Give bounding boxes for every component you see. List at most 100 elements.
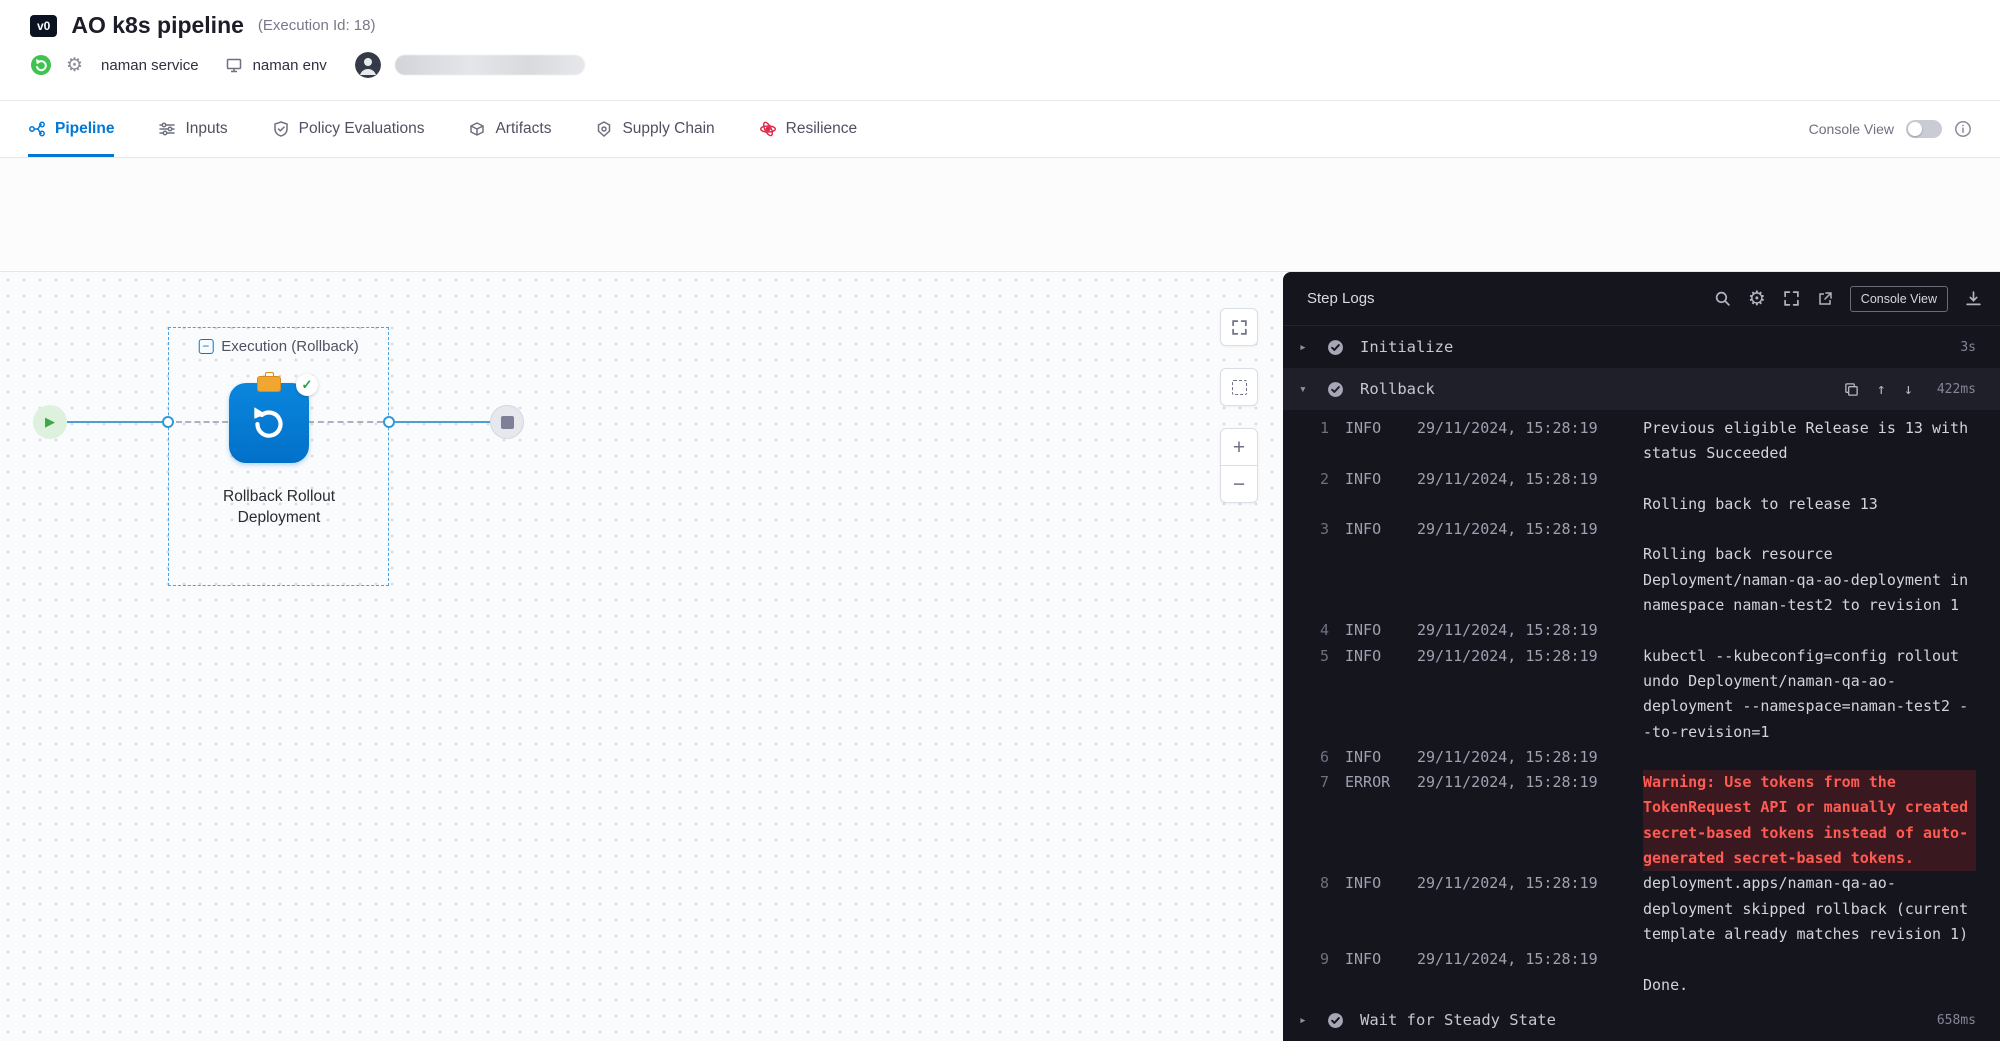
tab-label: Artifacts <box>495 120 551 138</box>
section-name: Initialize <box>1360 338 1453 356</box>
log-message: kubectl --kubeconfig=config rollout undo… <box>1643 644 1976 745</box>
tab-pipeline[interactable]: Pipeline <box>28 101 114 157</box>
log-settings-icon[interactable]: ⚙ <box>1748 286 1766 311</box>
log-level: INFO <box>1345 416 1417 441</box>
section-name: Wait for Steady State <box>1360 1011 1556 1029</box>
log-message: Rolling back to release 13 <box>1643 467 1976 518</box>
success-check-icon <box>1327 381 1344 398</box>
tab-label: Resilience <box>786 120 858 138</box>
cd-module-icon <box>30 54 52 76</box>
end-node <box>490 405 524 439</box>
log-line: 6 INFO 29/11/2024, 15:28:19 <box>1303 745 1976 770</box>
log-line-number: 1 <box>1303 416 1329 441</box>
log-timestamp: 29/11/2024, 15:28:19 <box>1417 467 1643 492</box>
tab-label: Policy Evaluations <box>299 120 425 138</box>
copy-logs-icon[interactable] <box>1844 382 1859 397</box>
log-message: Done. <box>1643 947 1976 998</box>
tab-resilience[interactable]: Resilience <box>759 101 858 157</box>
collapse-group-icon[interactable]: − <box>198 339 213 354</box>
log-timestamp: 29/11/2024, 15:28:19 <box>1417 644 1643 669</box>
log-line: 9 INFO 29/11/2024, 15:28:19 Done. <box>1303 947 1976 998</box>
log-search-icon[interactable] <box>1714 290 1731 307</box>
tab-bar: Pipeline Inputs Policy Evaluations Artif… <box>0 101 2000 158</box>
download-logs-icon[interactable] <box>1965 290 1982 307</box>
success-check-icon <box>1327 1012 1344 1029</box>
step-logs-panel: Step Logs ⚙ Console View ▸ Initialize 3s… <box>1283 272 2000 1041</box>
log-level: INFO <box>1345 467 1417 492</box>
scroll-down-icon[interactable]: ↓ <box>1904 380 1913 398</box>
cube-icon <box>468 120 486 138</box>
edge-start-to-group <box>67 421 163 423</box>
supply-chain-icon <box>595 120 613 138</box>
log-line: 5 INFO 29/11/2024, 15:28:19 kubectl --ku… <box>1303 644 1976 745</box>
log-line: 2 INFO 29/11/2024, 15:28:19 Rolling back… <box>1303 467 1976 518</box>
log-output[interactable]: 1 INFO 29/11/2024, 15:28:19 Previous eli… <box>1283 410 2000 999</box>
log-timestamp: 29/11/2024, 15:28:19 <box>1417 770 1643 795</box>
redacted-user-email <box>395 55 585 75</box>
log-timestamp: 29/11/2024, 15:28:19 <box>1417 416 1643 441</box>
scroll-up-icon[interactable]: ↑ <box>1877 380 1886 398</box>
log-line-error: 7 ERROR 29/11/2024, 15:28:19 Warning: Us… <box>1303 770 1976 871</box>
chevron-right-icon[interactable]: ▸ <box>1299 1013 1321 1028</box>
header-env-name: naman env <box>253 57 327 74</box>
log-level: ERROR <box>1345 770 1417 795</box>
log-fullscreen-icon[interactable] <box>1783 290 1800 307</box>
stage-summary-bar: s1 Started at: 29/11/2024, 15:27:56 Dura… <box>0 158 2000 272</box>
tab-supply-chain[interactable]: Supply Chain <box>595 101 714 157</box>
pipeline-canvas[interactable]: ▶ − Execution (Rollback) ✓ Rollback Roll… <box>0 272 1283 1041</box>
log-section-initialize[interactable]: ▸ Initialize 3s <box>1283 326 2000 368</box>
log-timestamp: 29/11/2024, 15:28:19 <box>1417 947 1643 972</box>
log-line: 1 INFO 29/11/2024, 15:28:19 Previous eli… <box>1303 416 1976 467</box>
console-view-label: Console View <box>1809 121 1894 137</box>
log-level: INFO <box>1345 745 1417 770</box>
log-line-number: 6 <box>1303 745 1329 770</box>
log-line-number: 3 <box>1303 517 1329 542</box>
canvas-fullscreen-button[interactable] <box>1220 308 1258 346</box>
tab-policy-evaluations[interactable]: Policy Evaluations <box>272 101 425 157</box>
log-line-number: 2 <box>1303 467 1329 492</box>
header-service-name: naman service <box>101 57 199 74</box>
log-timestamp: 29/11/2024, 15:28:19 <box>1417 871 1643 896</box>
info-icon[interactable] <box>1954 120 1972 138</box>
resilience-icon <box>759 120 777 138</box>
edge-group-to-end <box>395 421 490 423</box>
log-line-number: 9 <box>1303 947 1329 972</box>
start-node: ▶ <box>33 405 67 439</box>
log-level: INFO <box>1345 517 1417 542</box>
log-message: Rolling back resource Deployment/naman-q… <box>1643 517 1976 618</box>
group-label: Execution (Rollback) <box>221 338 359 355</box>
section-duration: 658ms <box>1937 1013 1976 1028</box>
success-check-icon <box>1327 339 1344 356</box>
log-line: 4 INFO 29/11/2024, 15:28:19 <box>1303 618 1976 643</box>
console-view-button[interactable]: Console View <box>1850 286 1948 312</box>
pipeline-icon <box>28 120 46 138</box>
log-level: INFO <box>1345 871 1417 896</box>
log-section-wait-steady-state[interactable]: ▸ Wait for Steady State 658ms <box>1283 999 2000 1041</box>
log-level: INFO <box>1345 644 1417 669</box>
log-level: INFO <box>1345 618 1417 643</box>
version-badge[interactable]: v0 <box>30 15 57 37</box>
tab-label: Inputs <box>185 120 227 138</box>
console-view-toggle[interactable] <box>1906 120 1942 138</box>
tab-inputs[interactable]: Inputs <box>158 101 227 157</box>
tab-artifacts[interactable]: Artifacts <box>468 101 551 157</box>
gear-icon[interactable]: ⚙ <box>66 54 83 77</box>
chevron-right-icon[interactable]: ▸ <box>1299 340 1321 355</box>
open-external-icon[interactable] <box>1817 291 1833 307</box>
page-root: v0 AO k8s pipeline (Execution Id: 18) ⚙ … <box>0 0 2000 1041</box>
step-success-badge: ✓ <box>296 374 318 396</box>
canvas-select-button[interactable] <box>1220 368 1258 406</box>
execution-id: (Execution Id: 18) <box>258 17 376 34</box>
tab-label: Supply Chain <box>622 120 714 138</box>
zoom-out-button[interactable]: − <box>1220 465 1258 503</box>
zoom-in-button[interactable]: + <box>1220 428 1258 466</box>
toolbox-icon <box>257 376 281 392</box>
chevron-down-icon[interactable]: ▾ <box>1299 382 1321 397</box>
rollback-step-node[interactable]: ✓ <box>229 383 309 463</box>
log-level: INFO <box>1345 947 1417 972</box>
log-message: Warning: Use tokens from the TokenReques… <box>1643 770 1976 871</box>
execution-group-box: − Execution (Rollback) ✓ Rollback Rollou… <box>168 327 389 586</box>
avatar <box>355 52 381 78</box>
rollback-arrow-icon <box>248 402 290 444</box>
log-section-rollback[interactable]: ▾ Rollback ↑ ↓ 422ms <box>1283 368 2000 410</box>
